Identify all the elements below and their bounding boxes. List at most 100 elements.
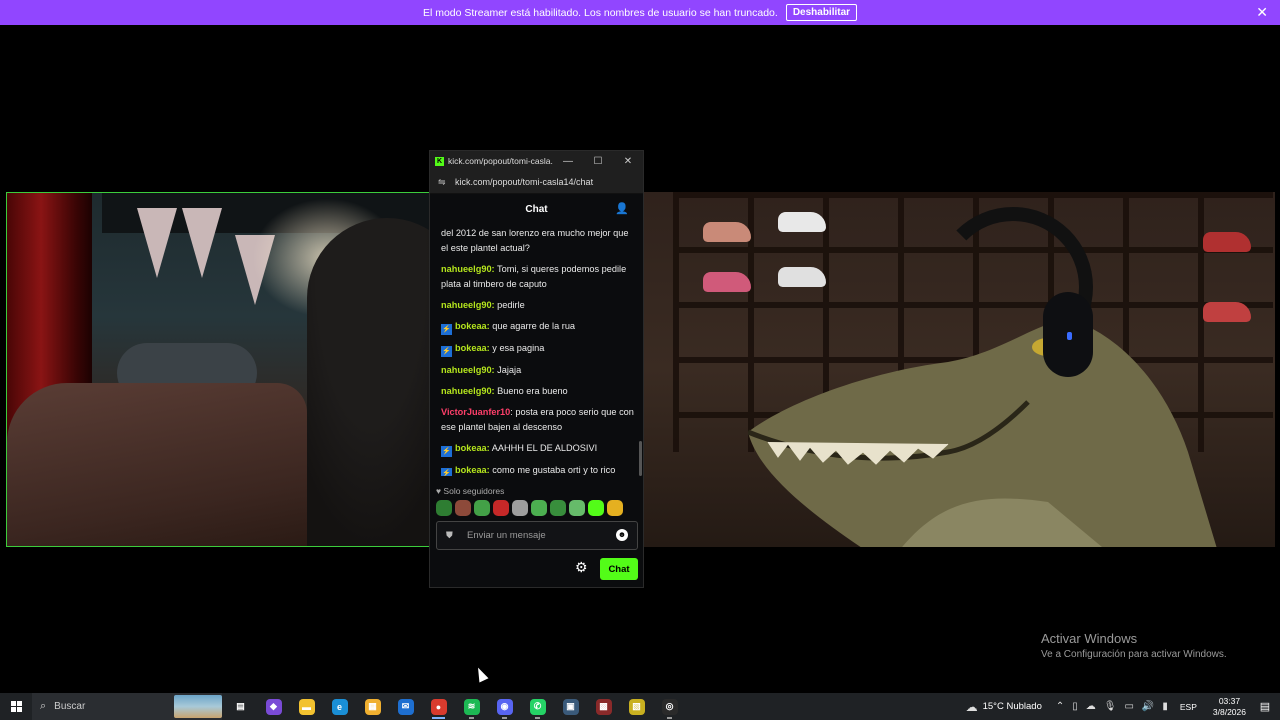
- minimize-icon[interactable]: —: [553, 156, 583, 167]
- headset-earcup: [1043, 292, 1093, 377]
- send-chat-button[interactable]: Chat: [600, 558, 638, 580]
- chevron-up-icon[interactable]: ⌃: [1056, 701, 1064, 712]
- chat-header: Chat 👤: [430, 194, 643, 224]
- edge-icon: e: [331, 698, 348, 715]
- emote-icon[interactable]: [531, 500, 547, 516]
- taskbar-app-button[interactable]: ◆: [257, 693, 290, 720]
- discord-icon: ◉: [496, 698, 513, 715]
- watermark-subtitle: Ve a Configuración para activar Windows.: [1041, 649, 1227, 660]
- watermark-title: Activar Windows: [1041, 631, 1138, 646]
- emote-icon[interactable]: [550, 500, 566, 516]
- whatsapp-icon: ✆: [529, 698, 546, 715]
- search-label: Buscar: [54, 701, 86, 712]
- chat-message: nahueelg90: Jajaja: [441, 363, 637, 378]
- chat-message: nahueelg90: Bueno era bueno: [441, 384, 637, 399]
- taskbar-app-button[interactable]: ▤: [224, 693, 257, 720]
- chat-settings-gear-icon[interactable]: ⚙: [575, 559, 588, 576]
- search-icon: ⌕: [40, 700, 47, 712]
- window-titlebar[interactable]: K kick.com/popout/tomi-casla... — ☐ ✕: [430, 151, 643, 171]
- network-icon[interactable]: ▭: [1124, 701, 1133, 712]
- taskbar-app-button[interactable]: ▦: [356, 693, 389, 720]
- notification-icon[interactable]: ▤: [1254, 700, 1276, 713]
- emoji-picker-icon[interactable]: ☻: [616, 529, 628, 541]
- subscriber-badge-icon: ⚡: [441, 346, 452, 357]
- video-feed-right: [643, 192, 1275, 547]
- maximize-icon[interactable]: ☐: [583, 156, 613, 167]
- streamer-mode-banner: El modo Streamer está habilitado. Los no…: [0, 0, 1280, 25]
- media-app-icon: ▣: [562, 698, 579, 715]
- taskbar-app-button[interactable]: ▩: [587, 693, 620, 720]
- emote-icon[interactable]: [588, 500, 604, 516]
- activate-windows-watermark: Activar Windows Ve a Configuración para …: [1041, 631, 1227, 660]
- chat-message: nahueelg90: pedirle: [441, 298, 637, 313]
- taskbar-app-button[interactable]: ▧: [620, 693, 653, 720]
- close-icon[interactable]: ✕: [1256, 4, 1268, 21]
- copilot-icon: ◆: [265, 698, 282, 715]
- shield-icon: ⛊: [446, 530, 453, 540]
- taskbar-app-button[interactable]: ◎: [653, 693, 686, 720]
- battery-icon[interactable]: ▮: [1162, 701, 1168, 712]
- taskbar-app-button[interactable]: ▬: [290, 693, 323, 720]
- taskbar-search[interactable]: ⌕ Buscar: [32, 693, 222, 720]
- language-indicator[interactable]: ESP: [1180, 702, 1197, 712]
- chat-message-text: y esa pagina: [492, 343, 545, 353]
- weather-widget[interactable]: ☁ 15°C Nublado: [966, 700, 1042, 714]
- chat-username[interactable]: VictorJuanfer10: [441, 407, 510, 417]
- task-view-icon: ▤: [236, 701, 245, 711]
- chat-username[interactable]: nahueelg90:: [441, 264, 495, 274]
- chat-username[interactable]: nahueelg90:: [441, 386, 495, 396]
- message-placeholder: Enviar un mensaje: [467, 530, 546, 541]
- close-icon[interactable]: ✕: [613, 156, 643, 167]
- chat-message: ⚡ bokeaa: y esa pagina: [441, 341, 637, 357]
- volume-icon[interactable]: 🔊: [1142, 701, 1154, 712]
- chat-message-text: Jajaja: [497, 365, 522, 375]
- emote-bar: [436, 500, 623, 516]
- chat-popout-window: K kick.com/popout/tomi-casla... — ☐ ✕ ⇋ …: [429, 150, 644, 588]
- chat-username[interactable]: bokeaa:: [455, 465, 490, 475]
- taskbar-app-button[interactable]: e: [323, 693, 356, 720]
- mouse-cursor: [473, 665, 489, 683]
- emote-icon[interactable]: [455, 500, 471, 516]
- store-icon: ▦: [364, 698, 381, 715]
- clock[interactable]: 03:37 3/8/2026: [1213, 696, 1246, 718]
- banner-text: El modo Streamer está habilitado. Los no…: [422, 6, 778, 19]
- chat-message: VictorJuanfer10: posta era poco serio qu…: [441, 405, 637, 435]
- device-icon[interactable]: ▯: [1072, 701, 1078, 712]
- subscriber-badge-icon: ⚡: [441, 446, 452, 457]
- windows-logo-icon: [10, 701, 22, 712]
- chat-message: ⚡ bokeaa: como me gustaba orti y to rico: [441, 463, 637, 476]
- chat-messages[interactable]: del 2012 de san lorenzo era mucho mejor …: [441, 226, 637, 476]
- taskbar-app-button[interactable]: ✉: [389, 693, 422, 720]
- emote-icon[interactable]: [607, 500, 623, 516]
- site-settings-icon[interactable]: ⇋: [438, 177, 448, 188]
- clock-date: 3/8/2026: [1212, 706, 1246, 717]
- chat-username[interactable]: nahueelg90:: [441, 300, 495, 310]
- message-input[interactable]: ⛊ Enviar un mensaje ☻: [436, 521, 638, 550]
- emote-icon[interactable]: [436, 500, 452, 516]
- emote-icon[interactable]: [474, 500, 490, 516]
- chat-username[interactable]: bokeaa:: [455, 321, 490, 331]
- cloud-icon: ☁: [965, 699, 978, 714]
- emote-icon[interactable]: [512, 500, 528, 516]
- taskbar-app-button[interactable]: ▣: [554, 693, 587, 720]
- chat-scrollbar[interactable]: [639, 441, 642, 476]
- emote-icon[interactable]: [493, 500, 509, 516]
- heart-icon: ♥: [436, 486, 442, 496]
- taskbar-app-button[interactable]: ≋: [455, 693, 488, 720]
- clock-time: 03:37: [1218, 695, 1241, 706]
- chat-username[interactable]: bokeaa:: [455, 343, 490, 353]
- search-highlight-image[interactable]: [174, 695, 222, 718]
- emote-icon[interactable]: [569, 500, 585, 516]
- disable-streamer-button[interactable]: Deshabilitar: [785, 4, 858, 21]
- start-button[interactable]: [0, 693, 32, 720]
- chat-username[interactable]: nahueelg90:: [441, 365, 495, 375]
- taskbar-app-button[interactable]: ✆: [521, 693, 554, 720]
- address-bar[interactable]: ⇋ kick.com/popout/tomi-casla14/chat: [430, 171, 643, 194]
- cloud-sync-icon[interactable]: ☁: [1086, 701, 1096, 712]
- taskbar-app-button[interactable]: ◉: [488, 693, 521, 720]
- microphone-icon[interactable]: 🎙: [1104, 701, 1117, 712]
- subscriber-badge-icon: ⚡: [441, 468, 452, 476]
- chat-username[interactable]: bokeaa:: [455, 443, 490, 453]
- taskbar-app-button[interactable]: ●: [422, 693, 455, 720]
- users-icon[interactable]: 👤: [615, 202, 629, 215]
